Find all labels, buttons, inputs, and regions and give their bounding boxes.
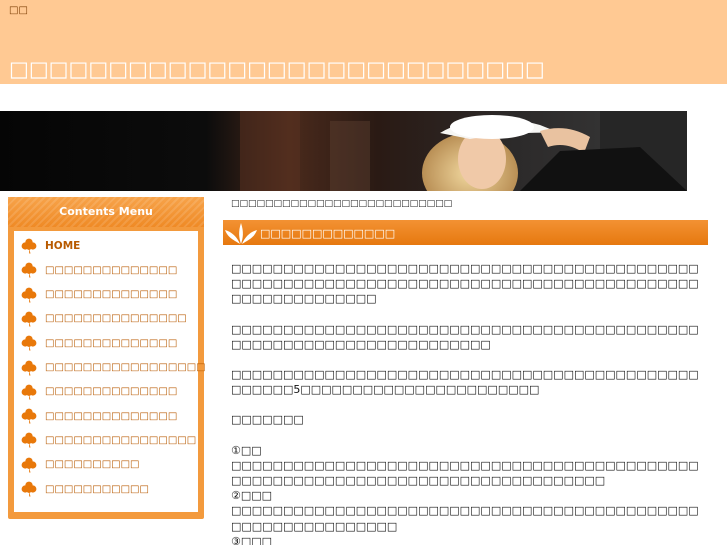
banner-image (0, 111, 687, 191)
sidebar-menu-item[interactable]: □□□□□□□□□□□□□□ (14, 382, 198, 402)
sidebar-menu-label: □□□□□□□□□□□□□□□ (45, 313, 187, 325)
clover-icon (21, 457, 37, 473)
article-subheading: □□□□□□□ (231, 413, 304, 427)
item-body: □□□□□□□□□□□□□□□□□□□□□□□□□□□□□□□□□□□□□□□□… (231, 504, 699, 533)
sidebar-menu-item[interactable]: □□□□□□□□□□□□□□ (14, 333, 198, 353)
sidebar-menu-item[interactable]: □□□□□□□□□□□□□□ (14, 260, 198, 280)
sidebar-menu-label: □□□□□□□□□□□□□□ (45, 337, 178, 349)
breadcrumb[interactable]: □□□□□□□□□□□□□□□□□□□□□□□□□□ (231, 199, 452, 209)
header-tag[interactable]: □□ (9, 5, 28, 16)
sidebar-menu-item[interactable]: □□□□□□□□□□□□□□□□ (14, 430, 198, 450)
sidebar-menu-item[interactable]: HOME (14, 236, 198, 256)
sidebar-menu-label: □□□□□□□□□□□□□□ (45, 386, 178, 398)
sidebar-menu-item[interactable]: □□□□□□□□□□□ (14, 479, 198, 499)
article-paragraph: □□□□□□□□□□□□□□□□□□□□□□□□□□□□□□□□□□□□□□□□… (231, 262, 699, 306)
clover-icon (21, 287, 37, 303)
section-title: □□□□□□□□□□□□□ (260, 227, 396, 240)
menu-box: HOME □□□□□□□□□□□□□□ □□□□□□□□□□□□□□ □□□□□□□□… (14, 231, 206, 512)
sidebar-menu-item[interactable]: □□□□□□□□□□□□□□ (14, 406, 198, 426)
item-heading: ②□□□ (231, 489, 273, 503)
sidebar-menu-label: HOME (45, 240, 81, 252)
article-content: □□□□□□□□□□□□□□□□□□□□□□□□□□□□□□□□□□□□□□□□… (231, 261, 701, 545)
menu-title: Contents Menu (59, 205, 153, 218)
sidebar-menu-label: □□□□□□□□□□□□□□ (45, 289, 178, 301)
sidebar-menu-label: □□□□□□□□□□□□□□□□□ (45, 362, 206, 373)
sidebar-menu-label: □□□□□□□□□□□□□□ (45, 264, 178, 276)
sidebar-menu-label: □□□□□□□□□□□□□□ (45, 410, 178, 422)
article-paragraph: □□□□□□□□□□□□□□□□□□□□□□□□□□□□□□□□□□□□□□□□… (231, 322, 699, 351)
sidebar-menu-label: □□□□□□□□□□□□□□□□ (45, 434, 197, 446)
item-body: □□□□□□□□□□□□□□□□□□□□□□□□□□□□□□□□□□□□□□□□… (231, 458, 699, 488)
clover-icon (21, 360, 37, 375)
site-header: □□ □□□□□□□□□□□□□□□□□□□□□□□□□□□ (0, 0, 727, 84)
menu-header: Contents Menu (8, 197, 204, 227)
sidebar-menu-item[interactable]: □□□□□□□□□□□□□□□ (14, 309, 198, 329)
item-heading: ①□□ (231, 443, 262, 457)
article-paragraph: □□□□□□□□□□□□□□□□□□□□□□□□□□□□□□□□□□□□□□□□… (231, 368, 699, 397)
section-header: □□□□□□□□□□□□□ (223, 220, 708, 245)
clover-icon (21, 262, 37, 278)
sidebar-menu: Contents Menu HOME □□□□□□□□□□□□□□ □□□□□□□□… (8, 197, 206, 519)
clover-icon (21, 408, 37, 424)
banner-photo-illustration (0, 111, 687, 191)
site-title[interactable]: □□□□□□□□□□□□□□□□□□□□□□□□□□□ (9, 57, 545, 81)
sidebar-menu-item[interactable]: □□□□□□□□□□□□□□ (14, 285, 198, 305)
sidebar-menu-item[interactable]: □□□□□□□□□□□□□□□□□ (14, 358, 206, 378)
leaf-ornament-icon (225, 223, 257, 244)
sidebar-menu-label: □□□□□□□□□□□ (45, 483, 149, 495)
clover-icon (21, 311, 37, 327)
sidebar-menu-label: □□□□□□□□□□ (45, 459, 140, 471)
sidebar-menu-item[interactable]: □□□□□□□□□□ (14, 455, 198, 475)
clover-icon (21, 238, 37, 254)
item-heading: ③□□□ (231, 534, 273, 545)
clover-icon (21, 432, 37, 448)
clover-icon (21, 384, 37, 400)
clover-icon (21, 481, 37, 497)
clover-icon (21, 335, 37, 351)
